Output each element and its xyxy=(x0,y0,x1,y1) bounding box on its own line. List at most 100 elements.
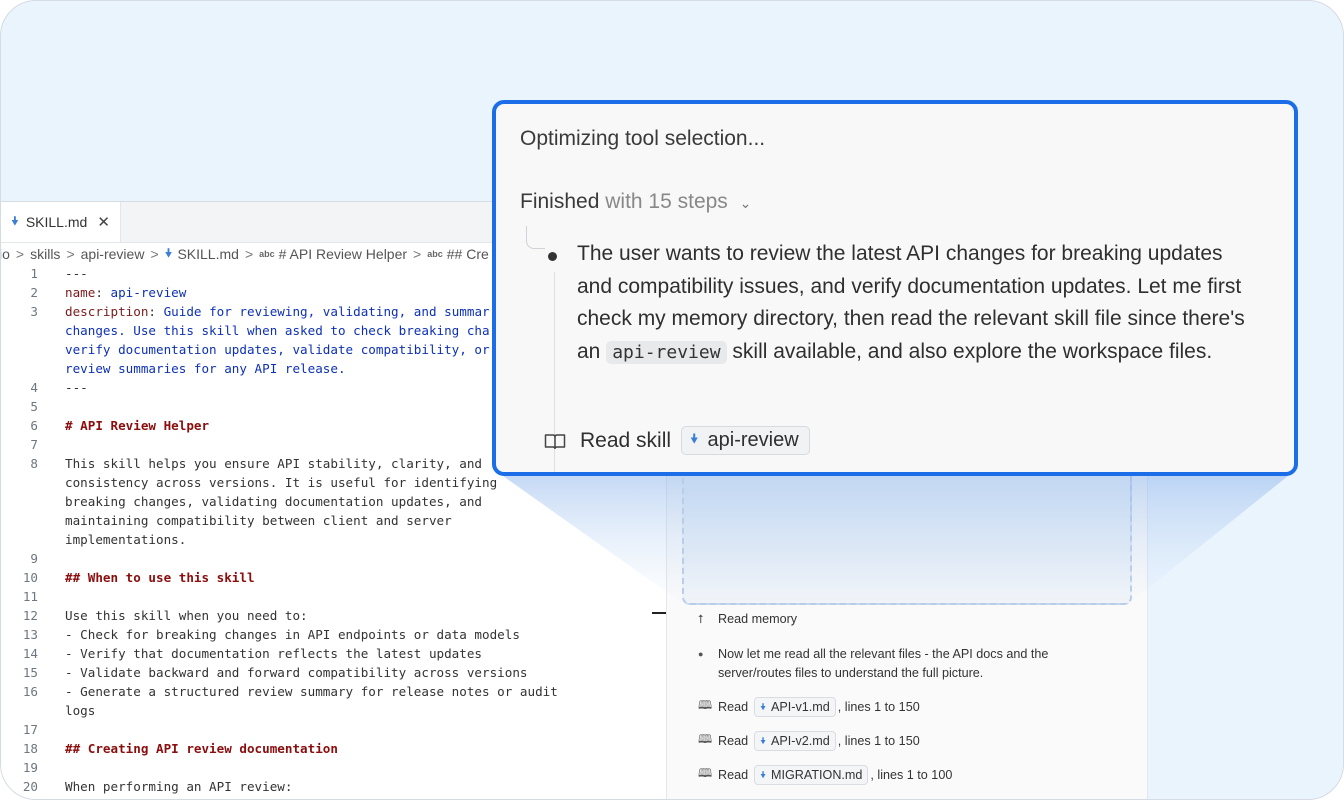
tree-connector xyxy=(526,226,545,249)
line-content: ## Creating API review documentation xyxy=(65,741,338,756)
line-text: - Validate backward and forward compatib… xyxy=(65,663,528,682)
markdown-file-icon: 🠟 xyxy=(760,701,766,712)
book-icon: 🕮 xyxy=(698,766,713,780)
line-number: 12 xyxy=(22,608,38,623)
line-number: 14 xyxy=(22,646,38,661)
read-skill-label: Read skill xyxy=(580,428,672,452)
line-text: breaking changes, validating documentati… xyxy=(65,492,482,511)
line-number: 17 xyxy=(22,722,38,737)
line-text: ## Creating API review documentation xyxy=(65,739,338,758)
line-content: When performing an API review: xyxy=(65,779,293,794)
file-name: API-v2.md xyxy=(770,733,830,748)
breadcrumb-item[interactable]: api-review xyxy=(81,246,145,262)
yaml-key: description xyxy=(65,304,149,319)
line-text: --- xyxy=(65,264,88,283)
symbol-icon: abc xyxy=(427,249,443,259)
breadcrumb-separator: > xyxy=(66,246,75,262)
divider xyxy=(652,612,666,614)
file-chip[interactable]: 🠟 API-v1.md xyxy=(754,696,836,717)
read-file-step[interactable]: 🕮 Read 🠟 API-v1.md , lines 1 to 150 xyxy=(698,696,920,717)
markdown-file-icon: 🠟 xyxy=(760,735,766,746)
line-text: # API Review Helper xyxy=(65,416,209,435)
file-name: API-v1.md xyxy=(770,699,830,714)
yaml-value: api-review xyxy=(110,285,187,300)
line-content: Use this skill when you need to: xyxy=(65,608,308,623)
read-memory-step[interactable]: ⭡ Read memory xyxy=(698,612,797,627)
line-content: --- xyxy=(65,380,88,395)
read-skill-step[interactable]: Read skill 🠟 api-review xyxy=(544,426,810,455)
bullet-icon xyxy=(548,252,557,261)
tab-skill-md[interactable]: 🠟 SKILL.md ✕ xyxy=(1,202,121,242)
read-label: Read xyxy=(718,733,749,748)
line-text: implementations. xyxy=(65,530,186,549)
line-content: consistency across versions. It is usefu… xyxy=(65,475,498,490)
line-number: 6 xyxy=(30,418,38,433)
line-content: - Check for breaking changes in API endp… xyxy=(65,627,520,642)
line-number: 15 xyxy=(22,665,38,680)
breadcrumb-separator: > xyxy=(413,246,422,262)
line-text: name: api-review xyxy=(65,285,187,300)
line-content: verify documentation updates, validate c… xyxy=(65,342,490,357)
file-chip[interactable]: 🠟 MIGRATION.md xyxy=(754,764,869,785)
line-content: - Validate backward and forward compatib… xyxy=(65,665,528,680)
line-number: 19 xyxy=(22,760,38,775)
line-text: logs xyxy=(65,701,95,720)
markdown-file-icon: 🠟 xyxy=(690,430,699,446)
line-text: --- xyxy=(65,378,88,397)
thinking-text: The user wants to review the latest API … xyxy=(577,242,1245,364)
line-number: 3 xyxy=(30,304,38,319)
line-content: implementations. xyxy=(65,532,187,547)
skill-chip[interactable]: 🠟 api-review xyxy=(681,426,810,455)
line-number: 1 xyxy=(30,266,38,281)
line-number: 11 xyxy=(22,589,38,604)
breadcrumb-item[interactable]: ## Cre xyxy=(447,246,489,262)
line-range: , lines 1 to 150 xyxy=(837,699,920,714)
read-file-step[interactable]: 🕮 Read 🠟 MIGRATION.md , lines 1 to 100 xyxy=(698,764,952,785)
breadcrumb-item[interactable]: skills xyxy=(30,246,60,262)
line-content: --- xyxy=(65,266,88,281)
steps-count: with 15 steps xyxy=(605,190,728,213)
line-text: - Generate a structured review summary f… xyxy=(65,682,558,701)
steps-toggle[interactable]: Finished with 15 steps ⌄ xyxy=(520,190,751,214)
book-icon: 🕮 xyxy=(698,732,713,746)
close-icon[interactable]: ✕ xyxy=(97,213,110,231)
line-number: 5 xyxy=(30,399,38,414)
window-frame: 🠟 SKILL.md ✕ io > skills > api-review > … xyxy=(0,0,1344,800)
breadcrumb-item[interactable]: # API Review Helper xyxy=(279,246,407,262)
message-text: Now let me read all the relevant files -… xyxy=(718,647,1049,680)
markdown-file-icon: 🠟 xyxy=(164,245,173,260)
line-text: This skill helps you ensure API stabilit… xyxy=(65,454,482,473)
line-content: review summaries for any API release. xyxy=(65,361,346,376)
line-content: - Verify that documentation reflects the… xyxy=(65,646,483,661)
line-number: 8 xyxy=(30,456,38,471)
line-number: 18 xyxy=(22,741,38,756)
markdown-file-icon: 🠟 xyxy=(11,213,19,228)
memory-icon: ⭡ xyxy=(698,612,704,626)
finished-label: Finished xyxy=(520,190,600,213)
markdown-file-icon: 🠟 xyxy=(760,769,766,780)
file-name: MIGRATION.md xyxy=(770,767,863,782)
line-range: , lines 1 to 150 xyxy=(837,733,920,748)
zoom-popup: Optimizing tool selection... Finished wi… xyxy=(492,100,1298,476)
line-content: This skill helps you ensure API stabilit… xyxy=(65,456,483,471)
line-text: - Check for breaking changes in API endp… xyxy=(65,625,520,644)
breadcrumb-separator: > xyxy=(15,246,25,262)
breadcrumb-separator: > xyxy=(150,246,159,262)
read-file-step[interactable]: 🕮 Read 🠟 API-v2.md , lines 1 to 150 xyxy=(698,730,920,751)
line-content: # API Review Helper xyxy=(65,418,210,433)
line-number: 4 xyxy=(30,380,38,395)
inline-code: api-review xyxy=(606,340,727,364)
line-content: - Generate a structured review summary f… xyxy=(65,684,558,699)
read-label: Read xyxy=(718,767,749,782)
breadcrumb-item[interactable]: SKILL.md xyxy=(177,246,238,262)
line-number: 20 xyxy=(22,779,38,794)
chevron-down-icon: ⌄ xyxy=(739,195,752,211)
read-memory-label: Read memory xyxy=(718,612,798,626)
breadcrumb-item[interactable]: io xyxy=(1,246,10,262)
line-text: maintaining compatibility between client… xyxy=(65,511,452,530)
line-content: breaking changes, validating documentati… xyxy=(65,494,483,509)
yaml-value: Guide for reviewing, validating, and sum… xyxy=(163,304,490,319)
file-chip[interactable]: 🠟 API-v2.md xyxy=(754,730,836,751)
book-icon: 🕮 xyxy=(698,698,713,712)
line-content: ## When to use this skill xyxy=(65,570,255,585)
